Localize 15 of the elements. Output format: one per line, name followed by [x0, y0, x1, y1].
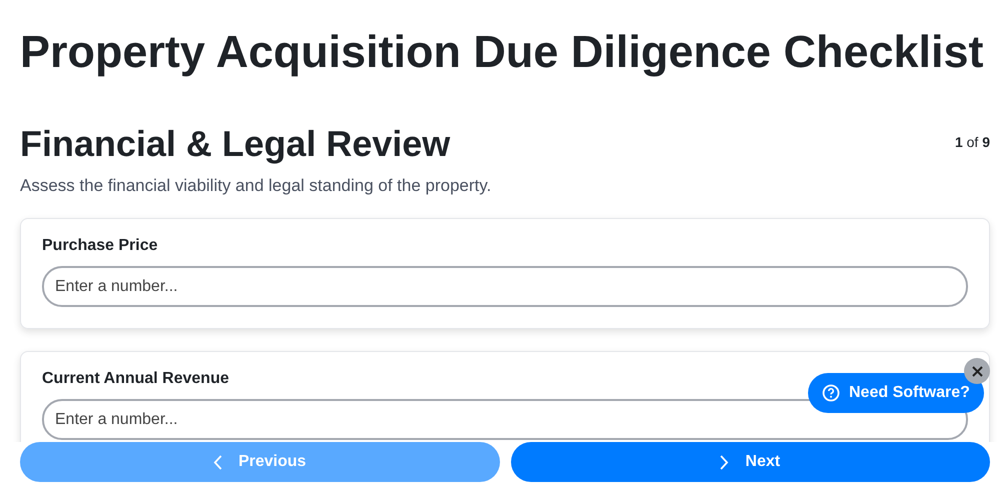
page-title: Property Acquisition Due Diligence Checklist [20, 25, 985, 78]
help-icon [822, 384, 840, 402]
step-counter: 1 of 9 [954, 134, 990, 150]
number-input[interactable]: Enter a number... [42, 399, 968, 440]
next-button[interactable]: Next [510, 442, 990, 482]
chevron-left-icon [213, 454, 222, 470]
chevron-right-icon [720, 454, 730, 470]
section-heading: Financial & Legal Review [20, 122, 450, 166]
section-description: Assess the financial viability and legal standing of the property. [20, 176, 492, 196]
help-button[interactable]: Need Software? [808, 373, 984, 413]
field-label: Purchase Price [42, 237, 159, 255]
field-label: Current Annual Revenue [42, 370, 230, 388]
close-icon [972, 366, 982, 376]
close-button[interactable] [964, 358, 990, 384]
number-input[interactable]: Enter a number... [42, 266, 968, 307]
